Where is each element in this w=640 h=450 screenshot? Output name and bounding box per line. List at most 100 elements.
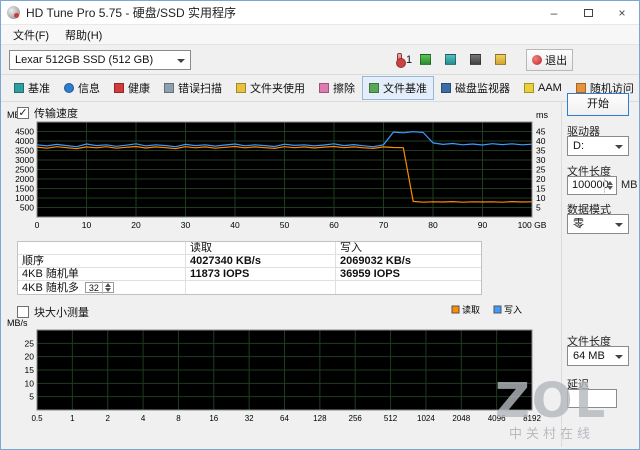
svg-text:100 GB: 100 GB	[518, 220, 547, 230]
block-size-checkbox[interactable]: 块大小测量	[17, 304, 89, 320]
monitor-button[interactable]	[439, 49, 462, 71]
svg-text:1500: 1500	[15, 184, 34, 194]
svg-text:4500: 4500	[15, 127, 34, 137]
transfer-speed-checkbox[interactable]: 传输速度	[17, 105, 78, 121]
folder-usage-icon	[236, 83, 246, 93]
thermometer-icon	[396, 53, 406, 68]
screenshot-button[interactable]	[464, 49, 487, 71]
window-title: HD Tune Pro 5.75 - 硬盘/SSD 实用程序	[26, 6, 237, 20]
svg-text:512: 512	[384, 414, 398, 423]
folder-icon	[495, 54, 507, 65]
maximize-icon	[583, 8, 593, 17]
exit-button[interactable]: 退出	[526, 48, 574, 71]
svg-text:15: 15	[25, 365, 35, 375]
svg-text:45: 45	[536, 127, 546, 137]
toolbar: Lexar 512GB SSD (512 GB) 1 退出	[1, 45, 639, 75]
drive-selector[interactable]: Lexar 512GB SSD (512 GB)	[9, 49, 191, 70]
col-write: 写入	[340, 242, 362, 254]
info-icon	[64, 83, 74, 93]
tab-erase[interactable]: 擦除	[312, 76, 362, 100]
block-file-length-combo[interactable]: 64 MB	[567, 346, 629, 366]
panel-divider	[561, 102, 562, 447]
tabbar: 基准 信息 健康 错误扫描 文件夹使用 擦除 文件基准 磁盘监视器 AAM 随机…	[1, 75, 639, 102]
tab-disk-monitor[interactable]: 磁盘监视器	[434, 76, 517, 100]
drive-combo[interactable]: D:	[567, 136, 629, 156]
svg-text:40: 40	[536, 136, 546, 146]
svg-text:70: 70	[379, 220, 389, 230]
svg-text:16: 16	[209, 414, 218, 423]
drive-selector-value: Lexar 512GB SSD (512 GB)	[15, 53, 154, 66]
file-length-spinner[interactable]: 100000	[567, 176, 617, 195]
hdtune-window: HD Tune Pro 5.75 - 硬盘/SSD 实用程序 – × 文件(F)…	[0, 0, 640, 450]
tab-info[interactable]: 信息	[57, 76, 107, 100]
table-row: 顺序 4027340 KB/s 2069032 KB/s	[18, 255, 481, 268]
titlebar: HD Tune Pro 5.75 - 硬盘/SSD 实用程序 – ×	[1, 1, 639, 25]
svg-text:80: 80	[428, 220, 438, 230]
svg-text:3500: 3500	[15, 146, 34, 156]
thread-count-spinner[interactable]: 32	[84, 281, 114, 294]
svg-text:4096: 4096	[488, 414, 506, 423]
svg-text:写入: 写入	[504, 305, 522, 315]
tab-benchmark[interactable]: 基准	[7, 76, 57, 100]
benchmark-icon	[14, 83, 24, 93]
minimize-icon: –	[550, 5, 558, 20]
tab-health[interactable]: 健康	[107, 76, 157, 100]
svg-text:30: 30	[536, 155, 546, 165]
checkbox-box-icon	[17, 306, 29, 318]
svg-text:25: 25	[536, 165, 546, 175]
monitor-icon	[445, 54, 457, 65]
exit-icon	[532, 54, 543, 65]
temperature-value: 1	[406, 53, 413, 66]
graph-button[interactable]	[414, 49, 437, 71]
menu-file[interactable]: 文件(F)	[5, 25, 57, 45]
tab-file-benchmark[interactable]: 文件基准	[362, 76, 434, 100]
folder-button[interactable]	[489, 49, 512, 71]
svg-text:1000: 1000	[15, 193, 34, 203]
svg-text:10: 10	[536, 193, 546, 203]
minimize-button[interactable]: –	[537, 1, 571, 25]
checkbox-check-icon	[17, 107, 29, 119]
close-button[interactable]: ×	[605, 1, 639, 25]
health-icon	[114, 83, 124, 93]
tab-aam[interactable]: AAM	[517, 78, 569, 98]
svg-text:10: 10	[25, 378, 35, 388]
app-icon	[7, 6, 20, 19]
svg-text:8: 8	[176, 414, 181, 423]
exit-label: 退出	[545, 54, 568, 67]
maximize-button[interactable]	[571, 1, 605, 25]
svg-text:4000: 4000	[15, 136, 34, 146]
results-table: 读取 写入 顺序 4027340 KB/s 2069032 KB/s 4KB 随…	[17, 241, 482, 295]
erase-icon	[319, 83, 329, 93]
svg-text:ms: ms	[536, 110, 548, 120]
table-row: 4KB 随机多 32	[18, 281, 481, 294]
svg-text:2: 2	[105, 414, 110, 423]
svg-text:35: 35	[536, 146, 546, 156]
data-pattern-combo[interactable]: 零	[567, 214, 629, 234]
svg-text:2000: 2000	[15, 174, 34, 184]
svg-text:5: 5	[29, 392, 34, 402]
menu-help[interactable]: 帮助(H)	[57, 25, 110, 45]
latency-field[interactable]	[567, 389, 617, 408]
svg-text:20: 20	[131, 220, 141, 230]
svg-text:30: 30	[181, 220, 191, 230]
svg-text:0: 0	[35, 220, 40, 230]
block-size-chart: 5 10 15 20 25 0.5 1 2 4 8 16 32 64 128 256 512 1024 2048 4…	[7, 304, 541, 423]
transfer-speed-chart: 500 51000 101500 152000 202500 253000 303500 35…	[7, 110, 548, 230]
file-length-unit: MB	[621, 179, 638, 191]
svg-text:4: 4	[141, 414, 146, 423]
camera-icon	[470, 54, 482, 65]
start-button[interactable]: 开始	[567, 93, 629, 116]
spinner-arrows-icon[interactable]	[101, 281, 113, 294]
spinner-arrows-icon[interactable]	[604, 178, 615, 193]
svg-text:256: 256	[349, 414, 363, 423]
svg-text:0.5: 0.5	[31, 414, 43, 423]
svg-text:50: 50	[280, 220, 290, 230]
graph-icon	[420, 54, 432, 65]
svg-text:读取: 读取	[462, 304, 480, 315]
tab-folder-usage[interactable]: 文件夹使用	[229, 76, 312, 100]
svg-text:10: 10	[82, 220, 92, 230]
svg-text:2500: 2500	[15, 165, 34, 175]
temperature-indicator: 1	[396, 53, 413, 68]
svg-text:8192: 8192	[523, 414, 541, 423]
tab-error-scan[interactable]: 错误扫描	[157, 76, 229, 100]
